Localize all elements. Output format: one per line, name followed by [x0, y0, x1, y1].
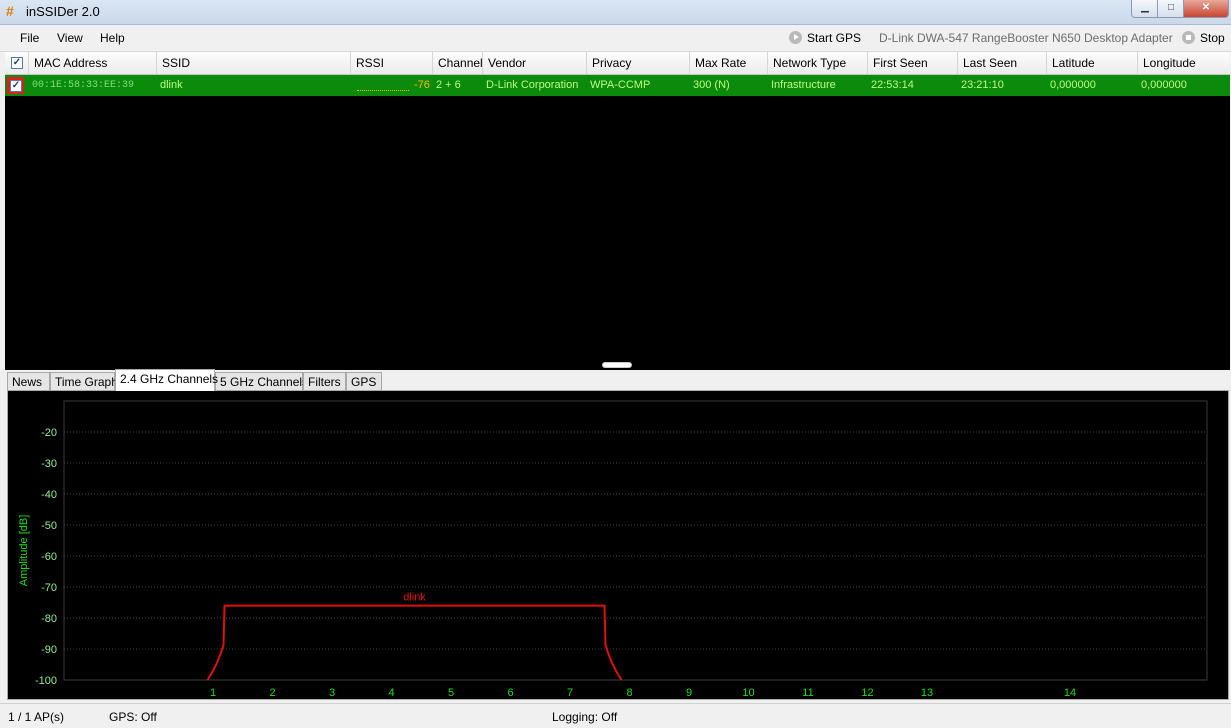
- x-tick-label: 4: [388, 687, 394, 699]
- logging-status: Logging: Off: [552, 710, 618, 724]
- series-label: dlink: [403, 592, 426, 604]
- col-privacy[interactable]: Privacy: [587, 52, 690, 74]
- start-gps-label: Start GPS: [807, 31, 862, 45]
- y-tick-label: -80: [41, 613, 57, 625]
- tab-2-4-ghz-channels[interactable]: 2.4 GHz Channels: [115, 369, 218, 391]
- stop-icon: [1182, 31, 1195, 44]
- status-bar: 1 / 1 AP(s) GPS: Off Logging: Off: [0, 703, 1231, 728]
- menu-bar: File View Help Start GPS D-Link DWA-547 …: [0, 25, 1231, 52]
- cell-latitude: 0,000000: [1050, 79, 1096, 91]
- x-tick-label: 14: [1064, 687, 1076, 699]
- access-point-table: ✓ MAC Address SSID RSSI Channel Vendor P…: [5, 52, 1230, 370]
- tab-filters[interactable]: Filters: [303, 372, 346, 390]
- y-tick-label: -20: [41, 427, 57, 439]
- tab-time-graph[interactable]: Time Graph: [50, 372, 118, 390]
- select-all-checkbox[interactable]: ✓: [11, 57, 23, 69]
- col-network-type[interactable]: Network Type: [768, 52, 868, 74]
- y-tick-label: -60: [41, 551, 57, 563]
- col-ssid[interactable]: SSID: [157, 52, 351, 74]
- y-tick-label: -100: [35, 675, 57, 687]
- col-last-seen[interactable]: Last Seen: [958, 52, 1047, 74]
- y-tick-label: -50: [41, 520, 57, 532]
- panel-splitter-handle[interactable]: [602, 362, 632, 368]
- y-tick-label: -90: [41, 644, 57, 656]
- x-tick-label: 2: [269, 687, 275, 699]
- col-channel[interactable]: Channel: [433, 52, 483, 74]
- close-button[interactable]: ✕: [1183, 0, 1229, 18]
- x-tick-label: 3: [329, 687, 335, 699]
- gps-status: GPS: Off: [109, 710, 157, 724]
- cell-first-seen: 22:53:14: [871, 79, 914, 91]
- cell-channel: 2 + 6: [436, 79, 461, 91]
- row-checkbox-cell[interactable]: ✓: [7, 77, 24, 94]
- app-icon: #: [6, 3, 14, 19]
- table-header: ✓ MAC Address SSID RSSI Channel Vendor P…: [5, 52, 1230, 75]
- channel-chart: -20-30-40-50-60-70-80-90-1001 2 3 4 5 6 7 8 9 10 1…: [18, 400, 1208, 699]
- menu-help[interactable]: Help: [100, 31, 125, 45]
- y-axis-label: Amplitude [dB]: [18, 515, 30, 587]
- x-tick-label: 7: [567, 687, 573, 699]
- x-tick-label: 6: [507, 687, 513, 699]
- table-row[interactable]: ✓ 00:1E:58:33:EE:39 dlink -76 2 + 6 D-Li…: [5, 75, 1230, 96]
- col-first-seen[interactable]: First Seen: [868, 52, 958, 74]
- x-tick-label: 8: [626, 687, 632, 699]
- menu-file[interactable]: File: [20, 31, 39, 45]
- adapter-select[interactable]: D-Link DWA-547 RangeBooster N650 Desktop…: [879, 31, 1173, 45]
- col-mac[interactable]: MAC Address: [29, 52, 157, 74]
- y-tick-label: -40: [41, 489, 57, 501]
- x-tick-label: 9: [686, 687, 692, 699]
- col-max-rate[interactable]: Max Rate: [690, 52, 768, 74]
- x-tick-label: 13: [921, 687, 933, 699]
- x-tick-label: 11: [802, 687, 813, 699]
- cell-max-rate: 300 (N): [693, 79, 730, 91]
- cell-rssi: -76: [414, 79, 430, 91]
- cell-network-type: Infrastructure: [771, 79, 836, 91]
- select-all-column[interactable]: ✓: [5, 52, 29, 74]
- tab-gps[interactable]: GPS: [346, 372, 382, 390]
- maximize-button[interactable]: □: [1157, 0, 1185, 18]
- stop-label: Stop: [1200, 31, 1225, 45]
- window-title: inSSIDer 2.0: [26, 4, 100, 19]
- tab-news[interactable]: News: [7, 372, 50, 390]
- series-curve-dlink: [206, 604, 623, 681]
- row-checkbox[interactable]: ✓: [10, 80, 22, 92]
- ap-count-status: 1 / 1 AP(s): [8, 710, 65, 724]
- cell-ssid: dlink: [160, 79, 183, 91]
- rssi-sparkline: [357, 88, 409, 91]
- col-longitude[interactable]: Longitude: [1138, 52, 1230, 74]
- cell-vendor: D-Link Corporation: [486, 79, 579, 91]
- x-tick-label: 1: [210, 687, 216, 699]
- y-tick-label: -70: [41, 582, 57, 594]
- col-latitude[interactable]: Latitude: [1047, 52, 1138, 74]
- cell-privacy: WPA-CCMP: [590, 79, 651, 91]
- col-rssi[interactable]: RSSI: [351, 52, 433, 74]
- tab-5-ghz-channels[interactable]: 5 GHz Channels: [215, 372, 308, 390]
- channels-chart-panel: -20 -30 -40 -50 -60 -70 -80 -90 -100 1 2 3 4 5 6 7 8 9 10 1…: [7, 390, 1229, 700]
- y-tick-label: -30: [41, 458, 57, 470]
- menu-view[interactable]: View: [57, 31, 83, 45]
- cell-mac: 00:1E:58:33:EE:39: [32, 80, 135, 91]
- x-tick-label: 10: [742, 687, 754, 699]
- x-tick-label: 12: [861, 687, 873, 699]
- minimize-button[interactable]: ▁: [1131, 0, 1159, 18]
- cell-last-seen: 23:21:10: [961, 79, 1004, 91]
- x-tick-label: 5: [448, 687, 454, 699]
- plot-border: [63, 400, 1208, 681]
- play-icon: [789, 31, 802, 44]
- title-bar: # inSSIDer 2.0 ▁ □ ✕: [0, 0, 1231, 25]
- cell-longitude: 0,000000: [1141, 79, 1187, 91]
- col-vendor[interactable]: Vendor: [483, 52, 587, 74]
